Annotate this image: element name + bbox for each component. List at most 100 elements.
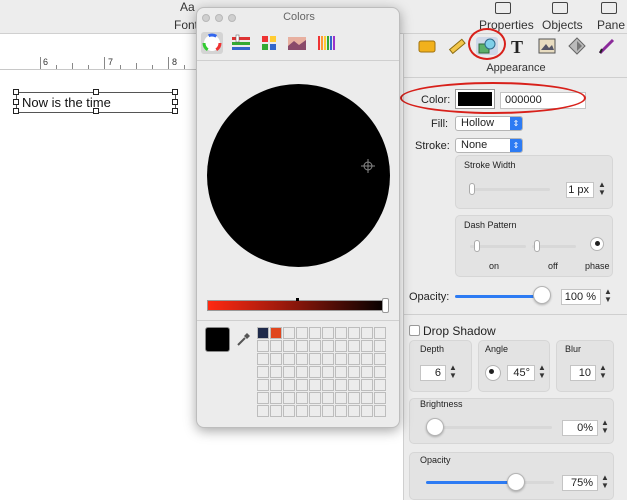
brightness-knob[interactable] (426, 418, 444, 436)
color-swatch[interactable] (296, 340, 308, 352)
color-swatch[interactable] (283, 340, 295, 352)
depth-field[interactable]: 6 (420, 365, 446, 381)
dash-on-knob[interactable] (474, 240, 480, 252)
fill-popup[interactable]: Hollow ⇕ (455, 116, 523, 131)
color-swatch[interactable] (309, 379, 321, 391)
fonts-label[interactable]: Font (174, 18, 198, 32)
opacity-field[interactable]: 100 % (561, 289, 601, 305)
color-swatch[interactable] (322, 327, 334, 339)
pane-button[interactable]: Pane (597, 18, 625, 32)
color-swatch[interactable] (361, 340, 373, 352)
resize-handle[interactable] (13, 108, 19, 114)
brightness-slider[interactable] (207, 300, 389, 311)
color-swatch[interactable] (322, 379, 334, 391)
color-swatch[interactable] (374, 405, 386, 417)
fonts-icon[interactable]: Aa (180, 0, 195, 14)
brightness-slider-knob[interactable] (382, 298, 389, 313)
stroke-width-knob[interactable] (469, 183, 475, 195)
depth-stepper[interactable]: ▲ ▼ (448, 364, 458, 382)
color-swatch[interactable] (283, 379, 295, 391)
color-swatch[interactable] (348, 353, 360, 365)
color-palettes-tab[interactable] (258, 32, 280, 54)
color-swatch[interactable] (257, 353, 269, 365)
angle-dial[interactable] (485, 365, 501, 381)
color-swatch[interactable] (335, 379, 347, 391)
color-swatch[interactable] (283, 327, 295, 339)
resize-handle[interactable] (93, 108, 99, 114)
color-swatch[interactable] (348, 405, 360, 417)
properties-icon[interactable] (495, 2, 511, 14)
color-swatch[interactable] (374, 327, 386, 339)
eyedropper-icon[interactable] (235, 332, 251, 348)
script-tab-icon[interactable] (566, 37, 588, 55)
brightness-stepper[interactable]: ▲ ▼ (600, 419, 610, 437)
color-swatch[interactable] (270, 392, 282, 404)
color-swatch[interactable] (296, 327, 308, 339)
drop-shadow-checkbox[interactable] (409, 325, 420, 336)
image-tab-icon[interactable] (536, 37, 558, 55)
stroke-width-stepper[interactable]: ▲ ▼ (597, 181, 607, 199)
color-swatch[interactable] (296, 379, 308, 391)
resize-handle[interactable] (93, 89, 99, 95)
color-swatch[interactable] (283, 392, 295, 404)
blur-stepper[interactable]: ▲ ▼ (598, 364, 608, 382)
color-swatch[interactable] (322, 353, 334, 365)
angle-stepper[interactable]: ▲ ▼ (537, 364, 547, 382)
pen-tab-icon[interactable] (596, 37, 618, 55)
opacity-knob[interactable] (533, 286, 551, 304)
color-swatch[interactable] (283, 353, 295, 365)
resize-handle[interactable] (172, 89, 178, 95)
color-swatch[interactable] (270, 340, 282, 352)
objects-icon[interactable] (552, 2, 568, 14)
color-swatch[interactable] (348, 327, 360, 339)
ruler-tab-icon[interactable] (446, 37, 468, 55)
color-swatch[interactable] (257, 366, 269, 378)
blur-field[interactable]: 10 (570, 365, 596, 381)
stroke-width-field[interactable]: 1 px (566, 182, 594, 198)
color-swatch[interactable] (348, 379, 360, 391)
color-wheel-tab[interactable] (201, 32, 223, 54)
color-wheel[interactable] (207, 84, 390, 267)
shadow-opacity-slider[interactable] (426, 481, 516, 484)
angle-field[interactable]: 45° (507, 365, 535, 381)
selected-text-box[interactable]: Now is the time (13, 89, 178, 114)
shadow-opacity-knob[interactable] (507, 473, 525, 491)
shadow-opacity-field[interactable]: 75% (562, 475, 598, 491)
color-swatch[interactable] (335, 353, 347, 365)
color-swatch[interactable] (296, 392, 308, 404)
color-swatch[interactable] (296, 353, 308, 365)
resize-handle[interactable] (13, 89, 19, 95)
resize-handle[interactable] (172, 99, 178, 105)
color-swatch[interactable] (361, 366, 373, 378)
color-swatch[interactable] (309, 327, 321, 339)
color-swatch[interactable] (270, 379, 282, 391)
brightness-field[interactable]: 0% (562, 420, 598, 436)
color-swatch[interactable] (374, 353, 386, 365)
fill-tab-icon[interactable] (416, 37, 438, 55)
color-swatch[interactable] (374, 379, 386, 391)
color-swatch[interactable] (361, 353, 373, 365)
color-swatch[interactable] (257, 327, 269, 339)
color-swatch[interactable] (374, 366, 386, 378)
color-swatch[interactable] (348, 366, 360, 378)
color-swatch[interactable] (270, 366, 282, 378)
color-swatch[interactable] (361, 405, 373, 417)
opacity-slider[interactable] (455, 295, 541, 298)
color-swatch[interactable] (322, 405, 334, 417)
color-swatch[interactable] (361, 392, 373, 404)
color-sliders-tab[interactable] (230, 32, 252, 54)
color-swatch[interactable] (296, 366, 308, 378)
dash-off-knob[interactable] (534, 240, 540, 252)
color-swatch[interactable] (374, 340, 386, 352)
color-swatch[interactable] (322, 392, 334, 404)
image-palettes-tab[interactable] (286, 32, 308, 54)
color-swatch[interactable] (309, 405, 321, 417)
color-swatch[interactable] (348, 392, 360, 404)
color-swatch[interactable] (309, 392, 321, 404)
color-swatch[interactable] (270, 353, 282, 365)
color-swatch[interactable] (296, 405, 308, 417)
color-swatch[interactable] (283, 366, 295, 378)
color-swatch[interactable] (348, 340, 360, 352)
color-swatch[interactable] (335, 405, 347, 417)
color-swatch[interactable] (335, 340, 347, 352)
